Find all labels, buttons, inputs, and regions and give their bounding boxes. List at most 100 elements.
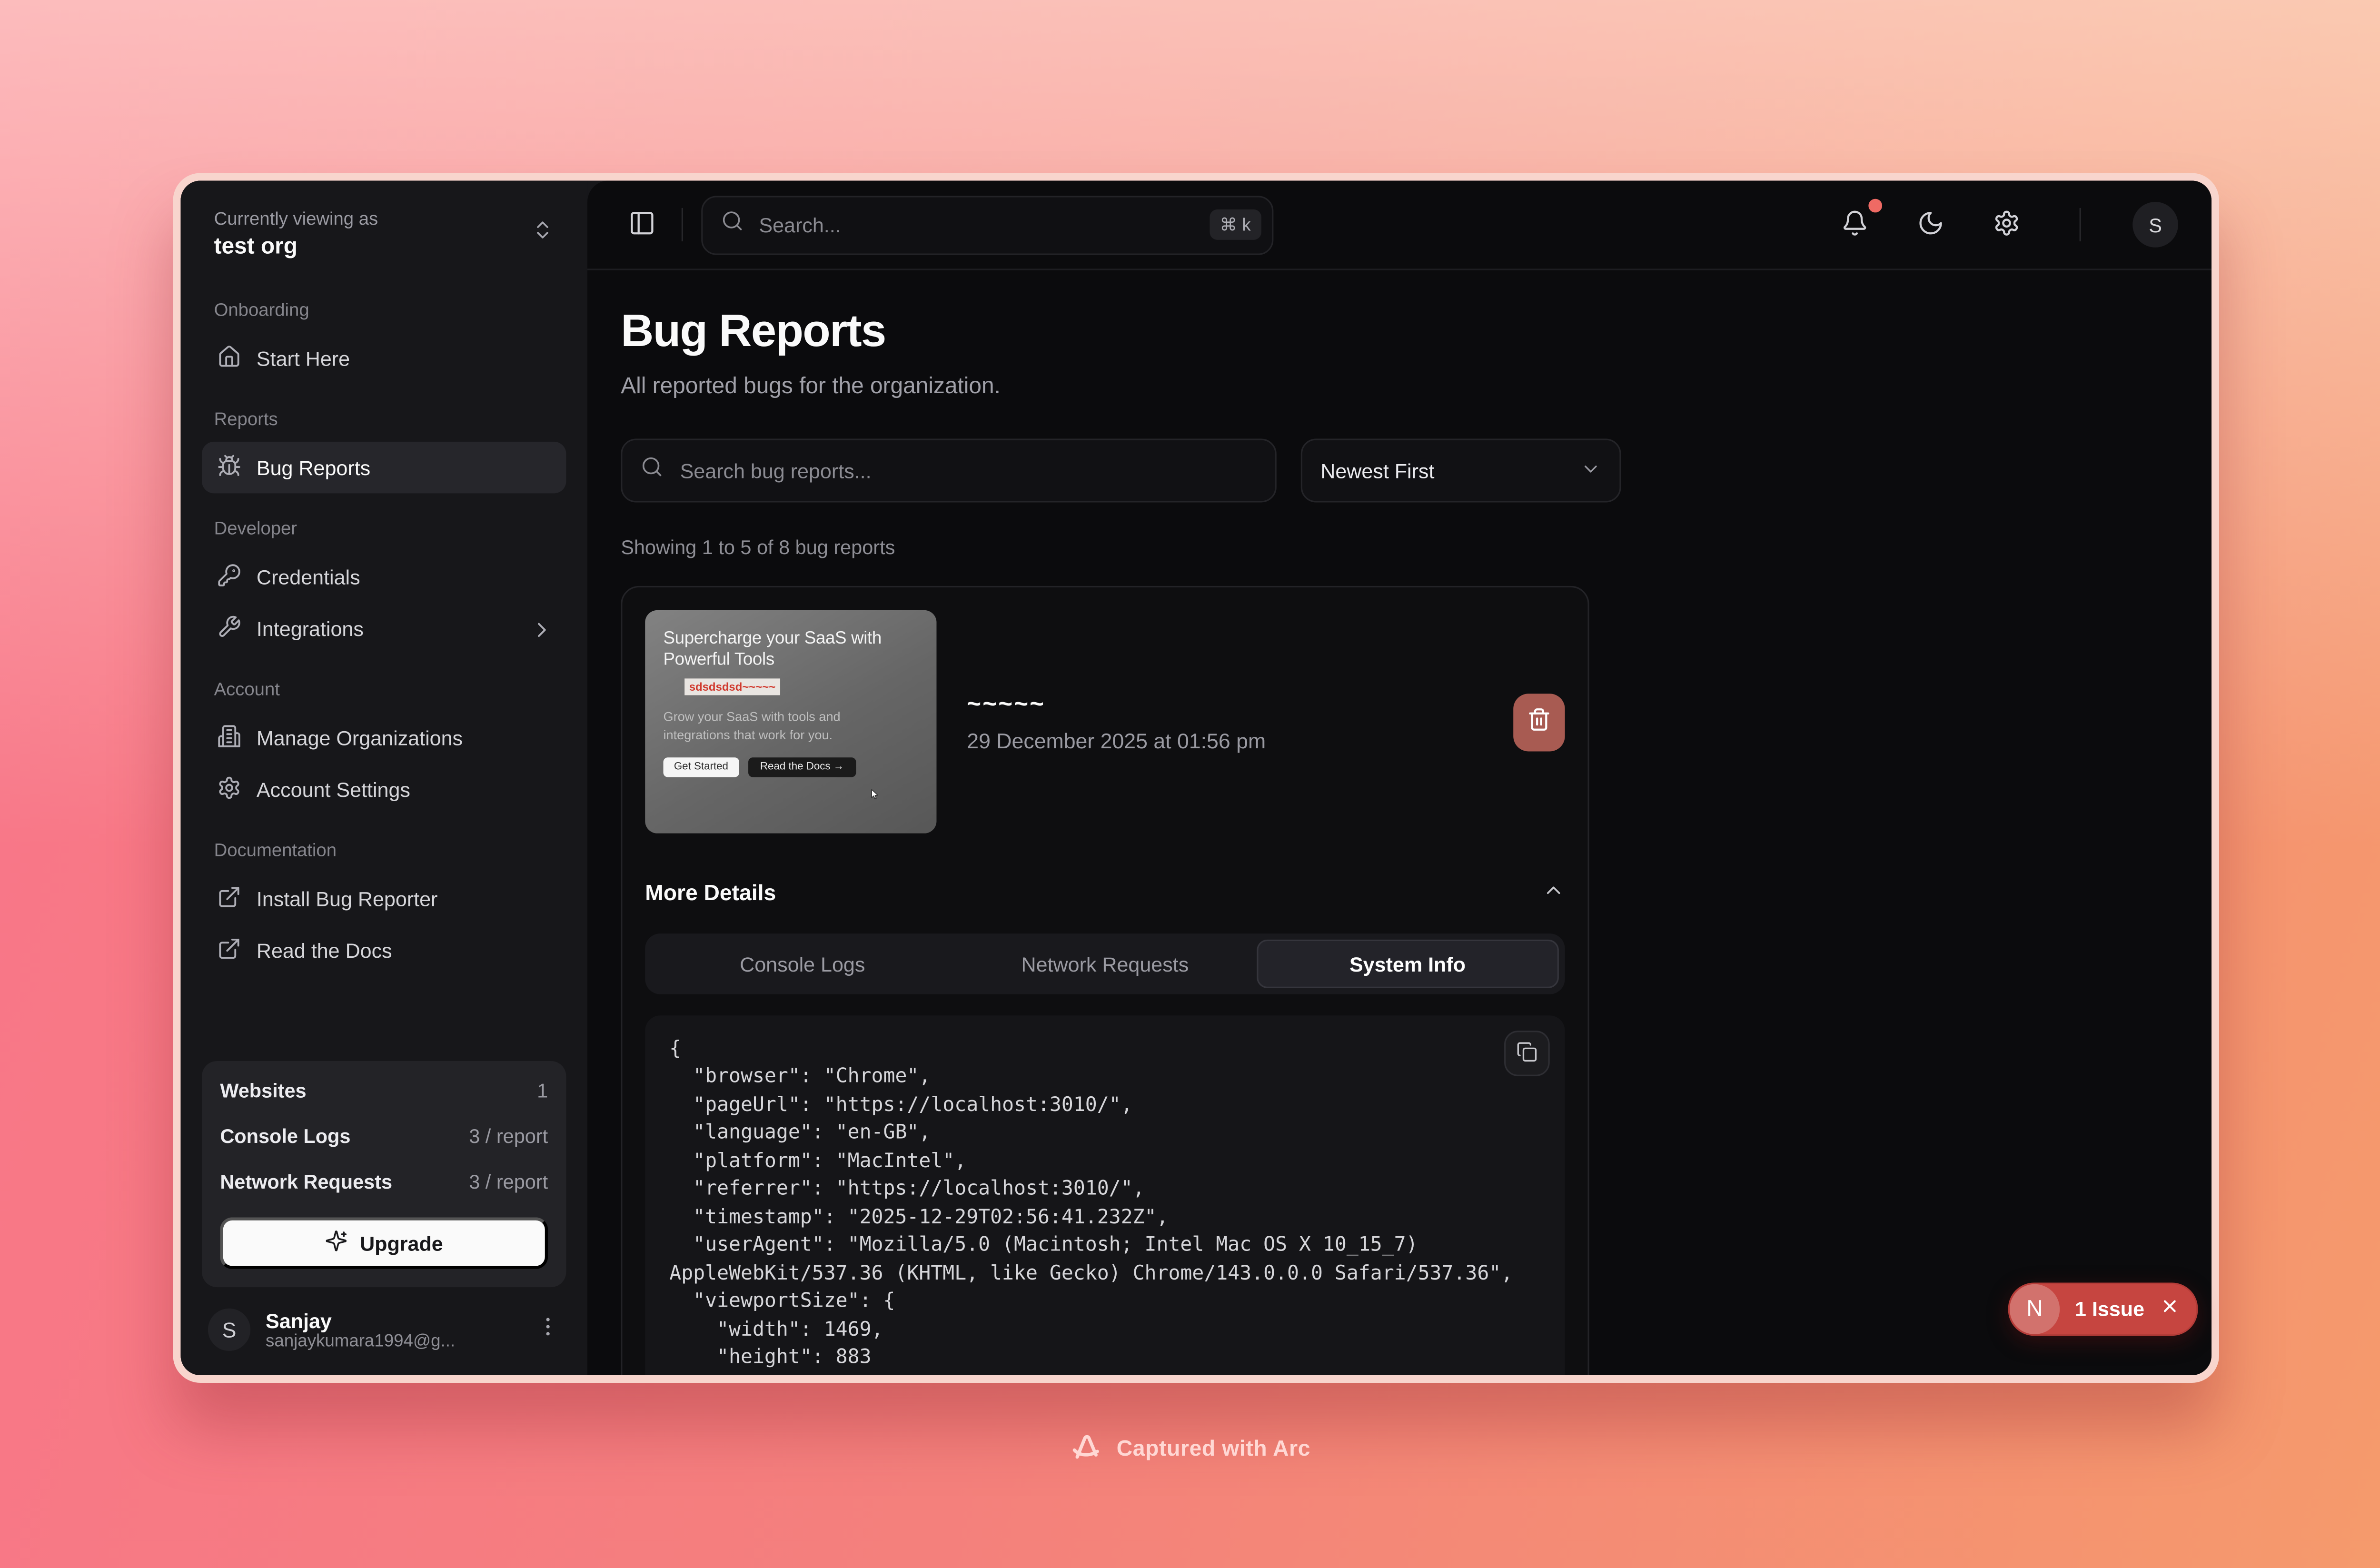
bell-icon [1841, 208, 1868, 240]
theme-toggle-button[interactable] [1909, 203, 1952, 246]
more-details-toggle[interactable]: More Details [645, 879, 1565, 909]
sidebar-item-credentials[interactable]: Credentials [202, 551, 566, 603]
sort-dropdown[interactable]: Newest First [1301, 439, 1621, 503]
org-switcher[interactable]: Currently viewing as test org [202, 205, 566, 262]
external-link-icon [217, 884, 241, 913]
user-name: Sanjay [266, 1309, 521, 1332]
chevron-up-icon [1542, 879, 1565, 909]
sidebar-item-label: Manage Organizations [257, 726, 463, 749]
sidebar-item-install-bug-reporter[interactable]: Install Bug Reporter [202, 873, 566, 924]
sparkles-icon [325, 1230, 348, 1257]
bug-report-search[interactable] [621, 439, 1277, 503]
tab-network-requests[interactable]: Network Requests [954, 940, 1257, 988]
cursor-icon [868, 782, 882, 800]
tab-system-info[interactable]: System Info [1256, 940, 1559, 988]
sidebar-item-start-here[interactable]: Start Here [202, 332, 566, 384]
system-info-json: { "browser": "Chrome", "pageUrl": "https… [669, 1037, 1540, 1375]
usage-label: Websites [220, 1079, 306, 1102]
thumbnail-get-started-button: Get Started [663, 757, 739, 777]
topbar-divider [682, 208, 683, 241]
sidebar-section-developer: Developer Credentials Integrations [202, 517, 566, 654]
org-switcher-label: Currently viewing as [214, 208, 519, 229]
home-icon [217, 344, 241, 373]
search-icon [721, 209, 744, 240]
results-count: Showing 1 to 5 of 8 bug reports [621, 536, 2178, 559]
search-icon [641, 456, 664, 486]
desktop-background: Currently viewing as test org Onboarding… [0, 0, 2380, 1541]
usage-value: 1 [537, 1079, 548, 1102]
app-window: Currently viewing as test org Onboarding… [173, 173, 2219, 1383]
notification-dot [1868, 199, 1882, 213]
copy-icon [1517, 1041, 1538, 1066]
usage-row-console-logs: Console Logs 3 / report [220, 1125, 548, 1148]
tab-console-logs[interactable]: Console Logs [651, 940, 954, 988]
report-screenshot-thumbnail[interactable]: Supercharge your SaaS with Powerful Tool… [645, 610, 936, 834]
copy-button[interactable] [1504, 1031, 1550, 1076]
sidebar-section-onboarding: Onboarding Start Here [202, 299, 566, 384]
sort-value: Newest First [1320, 459, 1434, 482]
issues-pill[interactable]: N 1 Issue [2008, 1283, 2198, 1336]
close-icon[interactable] [2160, 1296, 2179, 1323]
sidebar-section-reports: Reports Bug Reports [202, 408, 566, 494]
upgrade-button[interactable]: Upgrade [220, 1217, 548, 1269]
global-search[interactable]: ⌘ k [701, 195, 1273, 254]
page-content: Bug Reports All reported bugs for the or… [587, 270, 2211, 1375]
watermark-label: Captured with Arc [1117, 1438, 1310, 1462]
usage-label: Network Requests [220, 1171, 392, 1193]
chevrons-up-down-icon [531, 218, 554, 249]
usage-value: 3 / report [469, 1125, 548, 1148]
sidebar-toggle-button[interactable] [621, 203, 663, 246]
more-details-label: More Details [645, 882, 776, 906]
panel-left-icon [628, 208, 655, 240]
sidebar-item-label: Credentials [257, 566, 360, 588]
sidebar-item-label: Install Bug Reporter [257, 887, 437, 910]
chevron-down-icon [1580, 457, 1602, 483]
issues-pill-badge: N [2010, 1284, 2060, 1334]
usage-row-websites: Websites 1 [220, 1079, 548, 1102]
thumbnail-heading: Supercharge your SaaS with Powerful Tool… [663, 630, 918, 671]
thumbnail-annotation: sdsdsdsd~~~~~ [684, 679, 780, 695]
external-link-icon [217, 936, 241, 965]
page-title: Bug Reports [621, 307, 2178, 358]
wrench-icon [217, 614, 241, 643]
notifications-button[interactable] [1834, 203, 1876, 246]
report-title: ~~~~~ [967, 691, 1266, 718]
settings-button[interactable] [1985, 203, 2028, 246]
avatar: S [208, 1309, 250, 1351]
arc-logo-icon [1070, 1430, 1103, 1469]
sidebar-item-label: Integrations [257, 617, 364, 640]
gear-icon [217, 775, 241, 804]
user-account-row[interactable]: S Sanjay sanjaykumara1994@g... [202, 1309, 566, 1351]
trash-icon [1527, 707, 1551, 736]
ellipsis-vertical-icon[interactable] [536, 1314, 560, 1346]
upgrade-label: Upgrade [360, 1232, 443, 1255]
usage-row-network-requests: Network Requests 3 / report [220, 1171, 548, 1193]
sidebar-section-account: Account Manage Organizations Account Set… [202, 678, 566, 815]
section-label: Account [214, 678, 554, 700]
bug-report-card: Supercharge your SaaS with Powerful Tool… [621, 586, 1589, 1375]
delete-report-button[interactable] [1513, 693, 1565, 751]
keyboard-shortcut-badge: ⌘ k [1209, 209, 1261, 240]
user-email: sanjaykumara1994@g... [266, 1332, 521, 1350]
key-icon [217, 562, 241, 591]
avatar[interactable]: S [2132, 202, 2178, 248]
system-info-code-block: { "browser": "Chrome", "pageUrl": "https… [645, 1015, 1565, 1375]
sidebar: Currently viewing as test org Onboarding… [180, 180, 587, 1375]
sidebar-item-manage-organizations[interactable]: Manage Organizations [202, 712, 566, 764]
usage-summary-card: Websites 1 Console Logs 3 / report Netwo… [202, 1061, 566, 1287]
sidebar-item-label: Read the Docs [257, 939, 392, 962]
topbar-divider [2080, 208, 2081, 241]
sidebar-item-label: Account Settings [257, 778, 410, 801]
section-label: Onboarding [214, 299, 554, 320]
section-label: Developer [214, 517, 554, 539]
thumbnail-body: Grow your SaaS with tools and integratio… [663, 709, 862, 744]
sidebar-item-account-settings[interactable]: Account Settings [202, 764, 566, 815]
global-search-input[interactable] [756, 212, 1197, 238]
bug-report-search-input[interactable] [677, 457, 1257, 483]
report-date: 29 December 2025 at 01:56 pm [967, 728, 1266, 752]
sidebar-item-label: Bug Reports [257, 456, 370, 479]
sidebar-item-integrations[interactable]: Integrations [202, 603, 566, 654]
main-panel: ⌘ k S Bug R [587, 180, 2211, 1375]
sidebar-item-read-the-docs[interactable]: Read the Docs [202, 924, 566, 976]
sidebar-item-bug-reports[interactable]: Bug Reports [202, 442, 566, 493]
